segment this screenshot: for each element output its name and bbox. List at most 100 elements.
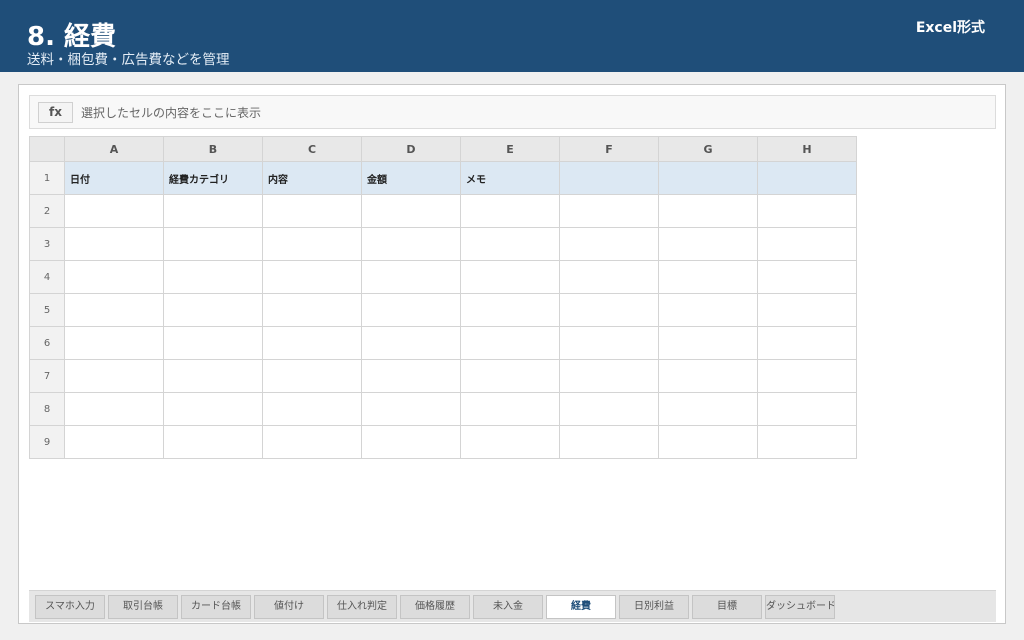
grid-cell[interactable] xyxy=(163,359,263,393)
sheet-tab[interactable]: 目標 xyxy=(692,595,762,619)
grid-cell[interactable]: 金額 xyxy=(361,161,461,195)
grid-cell[interactable] xyxy=(64,227,164,261)
column-header[interactable]: B xyxy=(163,136,263,162)
grid-cell[interactable] xyxy=(163,326,263,360)
grid-cell[interactable] xyxy=(658,161,758,195)
grid-cell[interactable] xyxy=(559,359,659,393)
sheet-tab[interactable]: スマホ入力 xyxy=(35,595,105,619)
grid-cell[interactable] xyxy=(658,425,758,459)
grid-cell[interactable] xyxy=(163,194,263,228)
grid-cell[interactable]: 内容 xyxy=(262,161,362,195)
grid-cell[interactable] xyxy=(658,326,758,360)
grid-cell[interactable] xyxy=(757,194,857,228)
sheet-tab[interactable]: ダッシュボード xyxy=(765,595,835,619)
grid-cell[interactable] xyxy=(262,392,362,426)
grid-cell[interactable] xyxy=(658,260,758,294)
grid-cell[interactable] xyxy=(460,359,560,393)
sheet-tab[interactable]: カード台帳 xyxy=(181,595,251,619)
grid-cell[interactable] xyxy=(361,326,461,360)
sheet-tab[interactable]: 仕入れ判定 xyxy=(327,595,397,619)
grid-cell[interactable] xyxy=(262,260,362,294)
row-header[interactable]: 3 xyxy=(29,227,65,261)
grid-cell[interactable] xyxy=(658,359,758,393)
row-header[interactable]: 5 xyxy=(29,293,65,327)
row-header[interactable]: 7 xyxy=(29,359,65,393)
grid-cell[interactable] xyxy=(460,326,560,360)
grid-cell[interactable] xyxy=(460,425,560,459)
grid-cell[interactable] xyxy=(757,392,857,426)
grid-cell[interactable] xyxy=(559,326,659,360)
grid-cell[interactable] xyxy=(658,392,758,426)
grid-cell[interactable] xyxy=(163,227,263,261)
sheet-tab[interactable]: 経費 xyxy=(546,595,616,619)
formula-input[interactable]: 選択したセルの内容をここに表示 xyxy=(81,104,261,122)
grid-cell[interactable] xyxy=(361,425,461,459)
grid-cell[interactable]: 日付 xyxy=(64,161,164,195)
grid-cell[interactable]: メモ xyxy=(460,161,560,195)
grid-cell[interactable] xyxy=(757,260,857,294)
column-header[interactable]: G xyxy=(658,136,758,162)
sheet-tab[interactable]: 値付け xyxy=(254,595,324,619)
grid-cell[interactable] xyxy=(460,293,560,327)
grid-cell[interactable] xyxy=(64,194,164,228)
row-header[interactable]: 6 xyxy=(29,326,65,360)
grid-cell[interactable] xyxy=(262,293,362,327)
grid-cell[interactable] xyxy=(559,425,659,459)
grid-cell[interactable] xyxy=(64,260,164,294)
grid-cell[interactable] xyxy=(361,392,461,426)
grid-cell[interactable] xyxy=(64,359,164,393)
grid-cell[interactable] xyxy=(163,392,263,426)
grid-cell[interactable]: 経費カテゴリ xyxy=(163,161,263,195)
grid-cell[interactable] xyxy=(163,293,263,327)
grid-cell[interactable] xyxy=(64,326,164,360)
grid-cell[interactable] xyxy=(460,260,560,294)
grid-cell[interactable] xyxy=(262,194,362,228)
sheet-tab[interactable]: 価格履歴 xyxy=(400,595,470,619)
formula-bar[interactable]: fx 選択したセルの内容をここに表示 xyxy=(29,95,996,129)
grid-cell[interactable] xyxy=(757,161,857,195)
grid-cell[interactable] xyxy=(460,194,560,228)
grid-cell[interactable] xyxy=(163,425,263,459)
sheet-tab[interactable]: 日別利益 xyxy=(619,595,689,619)
grid-cell[interactable] xyxy=(559,293,659,327)
column-header[interactable]: H xyxy=(757,136,857,162)
grid-cell[interactable] xyxy=(757,293,857,327)
grid-cell[interactable] xyxy=(361,359,461,393)
grid-cell[interactable] xyxy=(361,260,461,294)
grid-cell[interactable] xyxy=(64,392,164,426)
row-header[interactable]: 8 xyxy=(29,392,65,426)
grid-cell[interactable] xyxy=(262,359,362,393)
grid-cell[interactable] xyxy=(361,194,461,228)
grid-cell[interactable] xyxy=(361,227,461,261)
grid-cell[interactable] xyxy=(559,392,659,426)
sheet-tab[interactable]: 未入金 xyxy=(473,595,543,619)
column-header[interactable]: F xyxy=(559,136,659,162)
row-header[interactable]: 9 xyxy=(29,425,65,459)
grid-cell[interactable] xyxy=(262,227,362,261)
column-header[interactable]: E xyxy=(460,136,560,162)
row-header[interactable]: 1 xyxy=(29,161,65,195)
grid-cell[interactable] xyxy=(559,260,659,294)
grid-cell[interactable] xyxy=(262,425,362,459)
grid-cell[interactable] xyxy=(64,293,164,327)
sheet-tab[interactable]: 取引台帳 xyxy=(108,595,178,619)
column-header[interactable]: D xyxy=(361,136,461,162)
grid-cell[interactable] xyxy=(361,293,461,327)
row-header[interactable]: 4 xyxy=(29,260,65,294)
grid-cell[interactable] xyxy=(559,194,659,228)
row-header[interactable]: 2 xyxy=(29,194,65,228)
column-header[interactable]: A xyxy=(64,136,164,162)
grid-cell[interactable] xyxy=(262,326,362,360)
grid-cell[interactable] xyxy=(757,326,857,360)
grid-cell[interactable] xyxy=(559,227,659,261)
grid-cell[interactable] xyxy=(64,425,164,459)
grid-cell[interactable] xyxy=(559,161,659,195)
grid-cell[interactable] xyxy=(757,359,857,393)
grid-cell[interactable] xyxy=(757,425,857,459)
grid-cell[interactable] xyxy=(658,194,758,228)
grid-cell[interactable] xyxy=(658,227,758,261)
select-all-corner[interactable] xyxy=(29,136,65,162)
grid-cell[interactable] xyxy=(658,293,758,327)
column-header[interactable]: C xyxy=(262,136,362,162)
grid-cell[interactable] xyxy=(460,392,560,426)
